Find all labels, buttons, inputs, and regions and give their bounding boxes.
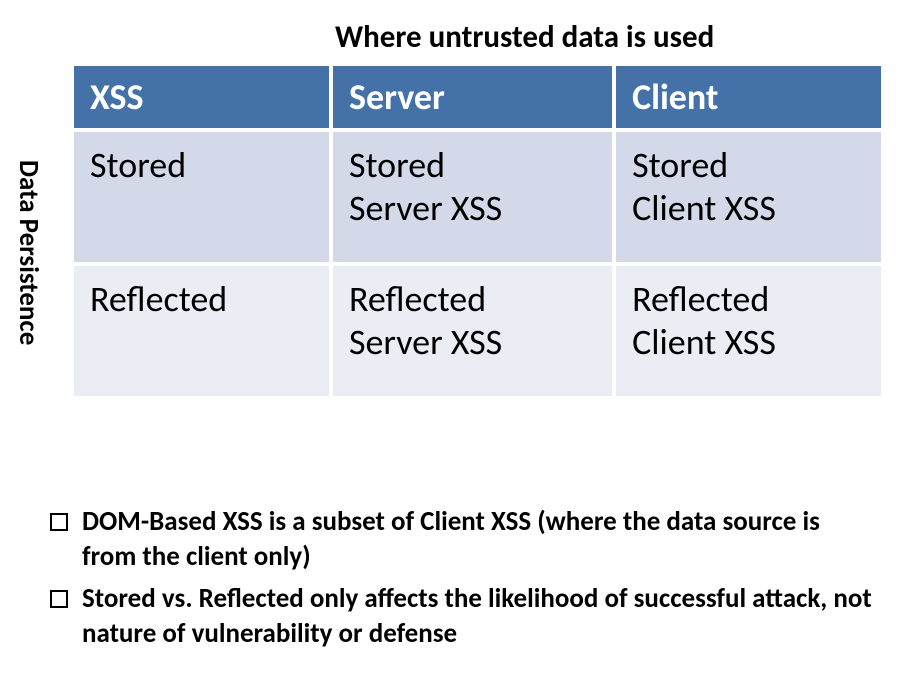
cell-line: Server XSS	[349, 320, 502, 364]
cell-line: Client XSS	[632, 320, 776, 364]
row-label-stored: Stored	[74, 132, 329, 262]
table-header-client: Client	[616, 66, 881, 128]
note-text: DOM-Based XSS is a subset of Client XSS …	[82, 505, 880, 574]
notes-list: DOM-Based XSS is a subset of Client XSS …	[50, 505, 880, 659]
cell-stored-server: Stored Server XSS	[333, 132, 612, 262]
table-header-xss: XSS	[74, 66, 329, 128]
row-label-reflected: Reflected	[74, 266, 329, 396]
table-row: Stored Stored Server XSS Stored Client X…	[74, 132, 881, 262]
table: XSS Server Client Stored Stored Server X…	[70, 62, 885, 400]
cell-reflected-client: Reflected Client XSS	[616, 266, 881, 396]
table-row: Reflected Reflected Server XSS Reflected…	[74, 266, 881, 396]
xss-types-table: XSS Server Client Stored Stored Server X…	[70, 62, 885, 400]
cell-line: Client XSS	[632, 186, 776, 230]
list-item: DOM-Based XSS is a subset of Client XSS …	[50, 505, 880, 574]
table-header-row: XSS Server Client	[74, 66, 881, 128]
cell-stored-client: Stored Client XSS	[616, 132, 881, 262]
note-text: Stored vs. Reflected only affects the li…	[82, 582, 880, 651]
checkbox-bullet-icon	[50, 513, 68, 531]
cell-line: Server XSS	[349, 186, 502, 230]
cell-line: Reflected	[632, 277, 769, 321]
cell-line: Reflected	[349, 277, 486, 321]
checkbox-bullet-icon	[50, 590, 68, 608]
list-item: Stored vs. Reflected only affects the li…	[50, 582, 880, 651]
row-axis-title: Data Persistence	[12, 160, 45, 345]
column-axis-title: Where untrusted data is used	[335, 18, 714, 56]
cell-line: Stored	[632, 143, 728, 187]
table-header-server: Server	[333, 66, 612, 128]
cell-reflected-server: Reflected Server XSS	[333, 266, 612, 396]
cell-line: Stored	[349, 143, 445, 187]
